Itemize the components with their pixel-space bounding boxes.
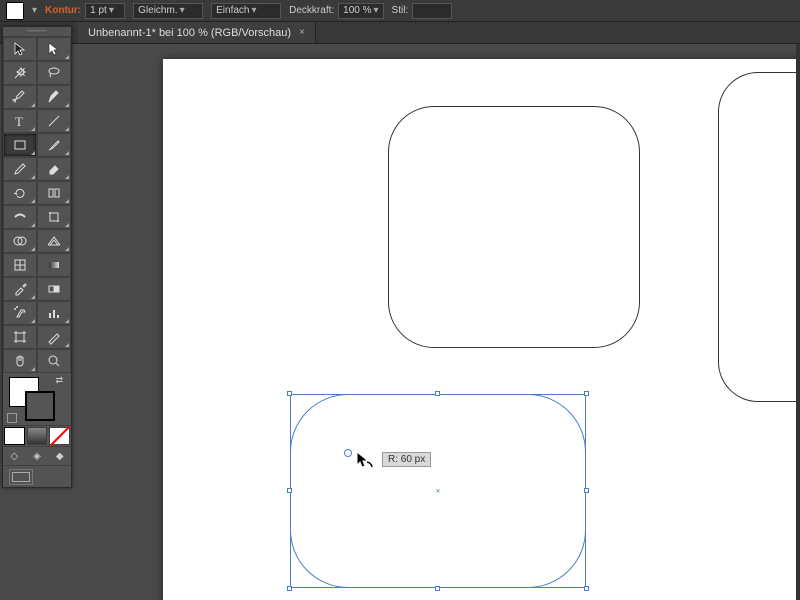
- tools-panel: T ⇄ ◇ ◈ ◆: [2, 26, 72, 488]
- radius-tooltip: R: 60 px: [382, 452, 431, 467]
- artboard-tool[interactable]: [3, 325, 37, 349]
- document-tab-bar: Unbenannt-1* bei 100 % (RGB/Vorschau) ×: [0, 22, 800, 44]
- close-tab-icon[interactable]: ×: [299, 27, 305, 38]
- draw-inside-icon[interactable]: ◆: [48, 447, 71, 465]
- zoom-tool[interactable]: [37, 349, 71, 373]
- resize-handle-tr[interactable]: [584, 391, 589, 396]
- reflect-tool[interactable]: [37, 181, 71, 205]
- screen-mode-row: ◇ ◈ ◆: [3, 446, 71, 465]
- shape-builder-tool[interactable]: [3, 229, 37, 253]
- panel-gripper[interactable]: [3, 27, 71, 37]
- blend-tool[interactable]: [37, 277, 71, 301]
- style-label: Stil:: [392, 5, 409, 16]
- default-fill-stroke-icon[interactable]: [7, 413, 17, 423]
- draw-behind-icon[interactable]: ◈: [26, 447, 49, 465]
- svg-text:T: T: [15, 114, 23, 129]
- column-graph-tool[interactable]: [37, 301, 71, 325]
- width-tool[interactable]: [3, 205, 37, 229]
- resize-handle-tm[interactable]: [435, 391, 440, 396]
- document-tab-title: Unbenannt-1* bei 100 % (RGB/Vorschau): [88, 27, 291, 39]
- brush-def-basic[interactable]: Einfach: [211, 3, 281, 19]
- down-arrow-icon[interactable]: ▾: [32, 5, 37, 16]
- opacity-label: Deckkraft:: [289, 5, 334, 16]
- resize-handle-ml[interactable]: [287, 488, 292, 493]
- hand-tool[interactable]: [3, 349, 37, 373]
- center-mark-icon: ×: [436, 487, 441, 496]
- rounded-rect-shape-2[interactable]: [718, 72, 800, 402]
- mesh-tool[interactable]: [3, 253, 37, 277]
- selection-tool[interactable]: [3, 37, 37, 61]
- curvature-tool[interactable]: [37, 85, 71, 109]
- change-screen-mode-button[interactable]: [9, 469, 33, 485]
- stroke-color-swatch[interactable]: [25, 391, 55, 421]
- opacity-field[interactable]: 100 %: [338, 3, 383, 19]
- magic-wand-tool[interactable]: [3, 61, 37, 85]
- fill-swatch[interactable]: [6, 2, 24, 20]
- resize-handle-tl[interactable]: [287, 391, 292, 396]
- line-segment-tool[interactable]: [37, 109, 71, 133]
- canvas-area[interactable]: × R: 60 px: [78, 44, 800, 600]
- rectangle-tool[interactable]: [3, 133, 37, 157]
- eraser-tool[interactable]: [37, 157, 71, 181]
- screen-mode-button-row: [3, 465, 71, 487]
- selected-rounded-rect[interactable]: × R: 60 px: [290, 394, 586, 588]
- resize-handle-mr[interactable]: [584, 488, 589, 493]
- symbol-sprayer-tool[interactable]: [3, 301, 37, 325]
- stroke-weight-field[interactable]: 1 pt: [85, 3, 125, 19]
- type-tool[interactable]: T: [3, 109, 37, 133]
- stroke-label: Kontur:: [45, 5, 81, 16]
- perspective-grid-tool[interactable]: [37, 229, 71, 253]
- paintbrush-tool[interactable]: [37, 133, 71, 157]
- pen-tool[interactable]: [3, 85, 37, 109]
- direct-selection-tool[interactable]: [37, 37, 71, 61]
- style-field[interactable]: [412, 3, 452, 19]
- document-tab[interactable]: Unbenannt-1* bei 100 % (RGB/Vorschau) ×: [78, 22, 316, 43]
- rounded-rect-shape-1[interactable]: [388, 106, 640, 348]
- gradient-tool[interactable]: [37, 253, 71, 277]
- color-mode-row: [3, 425, 71, 446]
- options-bar: ▾ Kontur: 1 pt Gleichm. Einfach Deckkraf…: [0, 0, 800, 22]
- resize-handle-bl[interactable]: [287, 586, 292, 591]
- draw-normal-icon[interactable]: ◇: [3, 447, 26, 465]
- lasso-tool[interactable]: [37, 61, 71, 85]
- resize-handle-bm[interactable]: [435, 586, 440, 591]
- swap-fill-stroke-icon[interactable]: ⇄: [55, 375, 63, 386]
- pencil-tool[interactable]: [3, 157, 37, 181]
- resize-handle-br[interactable]: [584, 586, 589, 591]
- vertical-scrollbar[interactable]: [796, 44, 800, 600]
- color-mode-solid[interactable]: [4, 427, 25, 445]
- rotate-tool[interactable]: [3, 181, 37, 205]
- fill-stroke-swatches: ⇄: [3, 373, 71, 425]
- stroke-profile-uniform[interactable]: Gleichm.: [133, 3, 203, 19]
- corner-radius-widget[interactable]: [344, 449, 352, 457]
- eyedropper-tool[interactable]: [3, 277, 37, 301]
- free-transform-tool[interactable]: [37, 205, 71, 229]
- slice-tool[interactable]: [37, 325, 71, 349]
- color-mode-gradient[interactable]: [27, 427, 48, 445]
- color-mode-none[interactable]: [49, 427, 70, 445]
